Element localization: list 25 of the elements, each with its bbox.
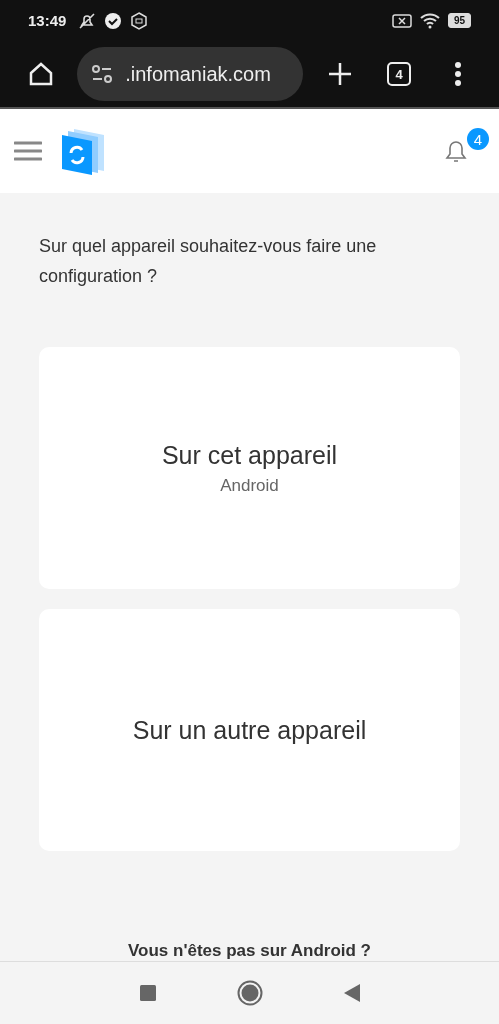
device-option-card[interactable]: Sur un autre appareil — [39, 609, 460, 852]
status-time: 13:49 — [28, 12, 67, 30]
wifi-icon — [419, 12, 440, 29]
hexagon-icon — [130, 11, 149, 30]
muted-bell-icon — [78, 11, 97, 30]
bell-icon[interactable] — [444, 138, 468, 165]
option-title: Sur cet appareil — [161, 440, 338, 470]
recents-icon[interactable] — [138, 984, 157, 1003]
logo-icon[interactable] — [62, 127, 106, 176]
url-text: .infomaniak.com — [125, 62, 271, 86]
question-text: Sur quel appareil souhaitez-vous faire une configuration ? — [39, 235, 378, 289]
tabs-button[interactable]: 4 — [376, 51, 422, 98]
option-title: Sur un autre appareil — [132, 715, 367, 745]
address-bar[interactable]: .infomaniak.com — [77, 47, 304, 102]
notification-badge: 4 — [467, 128, 489, 151]
home-circle-icon[interactable] — [236, 980, 263, 1007]
sim-icon — [391, 12, 412, 29]
menu-icon[interactable] — [14, 140, 42, 163]
option-subtitle: Android — [220, 475, 279, 496]
check-circle-icon — [104, 11, 123, 30]
footer-text: Vous n'êtes pas sur Android ? — [127, 941, 372, 962]
back-icon[interactable] — [342, 983, 361, 1004]
site-settings-icon[interactable] — [91, 64, 114, 85]
device-option-card[interactable]: Sur cet appareil Android — [39, 347, 460, 590]
battery-level: 95 — [447, 13, 471, 29]
